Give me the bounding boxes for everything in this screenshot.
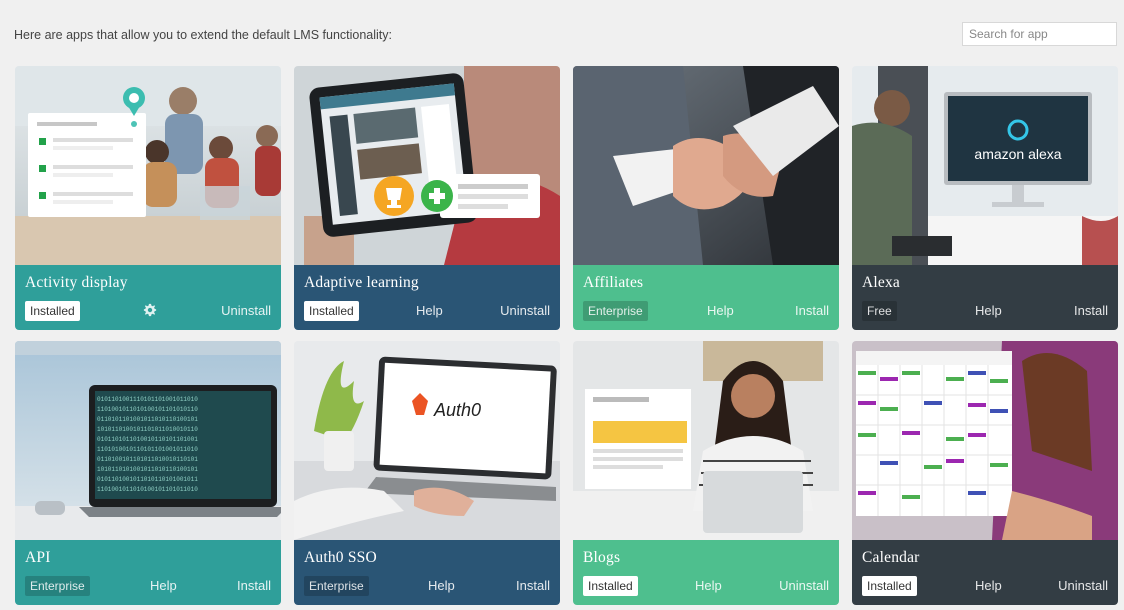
alexa-image: amazon alexa bbox=[852, 66, 1118, 265]
uninstall-button[interactable]: Uninstall bbox=[500, 301, 550, 321]
app-title: Alexa bbox=[862, 274, 901, 291]
intro-text: Here are apps that allow you to extend t… bbox=[14, 28, 393, 42]
calendar-image bbox=[852, 341, 1118, 540]
install-button[interactable]: Install bbox=[237, 576, 271, 596]
app-card-panel: Auth0 SSO Enterprise Help Install bbox=[294, 540, 560, 605]
svg-text:0101101001011010110101001011: 0101101001011010110101001011 bbox=[97, 476, 198, 483]
help-link[interactable]: Help bbox=[975, 301, 1002, 321]
svg-text:1101001011010100101101011010: 1101001011010100101101011010 bbox=[97, 486, 198, 493]
app-card-panel: Adaptive learning Installed Help Uninsta… bbox=[294, 265, 560, 330]
help-link[interactable]: Help bbox=[707, 301, 734, 321]
svg-text:0110100101101011010010110101: 0110100101101011010010110101 bbox=[97, 456, 198, 463]
affiliates-image bbox=[573, 66, 839, 265]
app-card-affiliates[interactable]: Affiliates Enterprise Help Install bbox=[573, 66, 839, 330]
svg-text:1010110101001011010110100101: 1010110101001011010110100101 bbox=[97, 466, 198, 473]
app-title: Activity display bbox=[25, 274, 128, 291]
svg-text:1101001011010100101101010110: 1101001011010100101101010110 bbox=[97, 406, 198, 413]
status-badge: Installed bbox=[862, 576, 917, 596]
help-link[interactable]: Help bbox=[416, 301, 443, 321]
status-badge: Enterprise bbox=[583, 301, 648, 321]
apps-page: Here are apps that allow you to extend t… bbox=[5, 7, 1119, 607]
api-image: 0101101001110101101001011010 11010010110… bbox=[15, 341, 281, 540]
svg-text:1010110100101101011010010110: 1010110100101101011010010110 bbox=[97, 426, 198, 433]
app-card-activity-display[interactable]: Activity display Installed Uninstall bbox=[15, 66, 281, 330]
app-card-panel: Affiliates Enterprise Help Install bbox=[573, 265, 839, 330]
alexa-logo-text: amazon alexa bbox=[974, 146, 1061, 162]
help-link[interactable]: Help bbox=[428, 576, 455, 596]
app-card-panel: Activity display Installed Uninstall bbox=[15, 265, 281, 330]
gear-icon[interactable] bbox=[143, 303, 157, 317]
app-card-auth0-sso[interactable]: Auth0 Auth0 SSO Enterprise Help Install bbox=[294, 341, 560, 605]
app-title: API bbox=[25, 549, 51, 566]
app-card-blogs[interactable]: Blogs Installed Help Uninstall bbox=[573, 341, 839, 605]
status-badge: Enterprise bbox=[25, 576, 90, 596]
install-button[interactable]: Install bbox=[516, 576, 550, 596]
app-title: Calendar bbox=[862, 549, 920, 566]
app-card-panel: Blogs Installed Help Uninstall bbox=[573, 540, 839, 605]
app-card-panel: API Enterprise Help Install bbox=[15, 540, 281, 605]
app-title: Affiliates bbox=[583, 274, 644, 291]
app-card-calendar[interactable]: Calendar Installed Help Uninstall bbox=[852, 341, 1118, 605]
svg-text:1101010010110101101001011010: 1101010010110101101001011010 bbox=[97, 446, 198, 453]
search-input[interactable] bbox=[962, 22, 1117, 46]
install-button[interactable]: Install bbox=[795, 301, 829, 321]
uninstall-button[interactable]: Uninstall bbox=[1058, 576, 1108, 596]
app-card-panel: Alexa Free Help Install bbox=[852, 265, 1118, 330]
app-card-alexa[interactable]: amazon alexa Alexa Free Help Install bbox=[852, 66, 1118, 330]
app-card-api[interactable]: 0101101001110101101001011010 11010010110… bbox=[15, 341, 281, 605]
app-title: Adaptive learning bbox=[304, 274, 419, 291]
svg-text:0110101101001011010110100101: 0110101101001011010110100101 bbox=[97, 416, 198, 423]
activity-display-image bbox=[15, 66, 281, 265]
svg-text:0101101011010010110101101001: 0101101011010010110101101001 bbox=[97, 436, 198, 443]
help-link[interactable]: Help bbox=[695, 576, 722, 596]
help-link[interactable]: Help bbox=[975, 576, 1002, 596]
app-title: Blogs bbox=[583, 549, 621, 566]
uninstall-button[interactable]: Uninstall bbox=[779, 576, 829, 596]
status-badge: Installed bbox=[304, 301, 359, 321]
help-link[interactable]: Help bbox=[150, 576, 177, 596]
status-badge: Installed bbox=[25, 301, 80, 321]
app-card-panel: Calendar Installed Help Uninstall bbox=[852, 540, 1118, 605]
uninstall-button[interactable]: Uninstall bbox=[221, 301, 271, 321]
app-card-adaptive-learning[interactable]: Adaptive learning Installed Help Uninsta… bbox=[294, 66, 560, 330]
auth0-logo-text: Auth0 bbox=[433, 400, 481, 420]
status-badge: Installed bbox=[583, 576, 638, 596]
status-badge: Enterprise bbox=[304, 576, 369, 596]
app-title: Auth0 SSO bbox=[304, 549, 377, 566]
auth0-image: Auth0 bbox=[294, 341, 560, 540]
adaptive-learning-image bbox=[294, 66, 560, 265]
status-badge: Free bbox=[862, 301, 897, 321]
blogs-image bbox=[573, 341, 839, 540]
svg-text:0101101001110101101001011010: 0101101001110101101001011010 bbox=[97, 396, 198, 403]
install-button[interactable]: Install bbox=[1074, 301, 1108, 321]
